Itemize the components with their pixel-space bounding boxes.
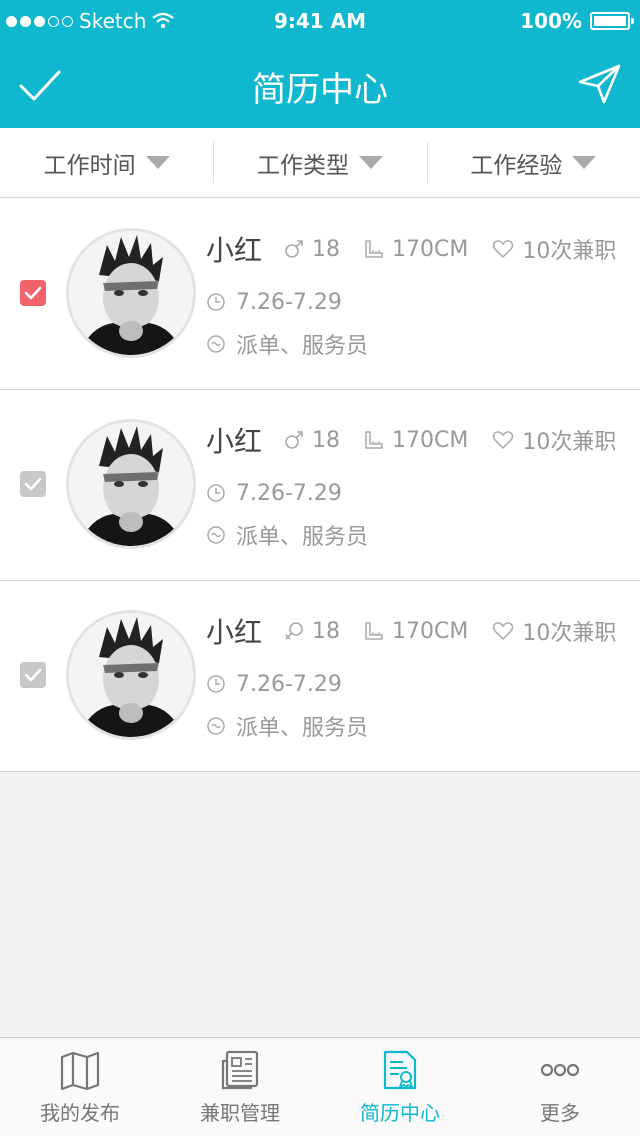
battery-status: 100% [520, 9, 634, 33]
jobs-count: 10次兼职 [522, 239, 617, 264]
more-icon [540, 1063, 580, 1076]
ruler-icon [365, 622, 383, 640]
height-value: 170CM [392, 427, 469, 453]
candidate-name: 小红 [206, 425, 263, 458]
age-value: 18 [312, 236, 341, 262]
tab-more[interactable]: 更多 [480, 1038, 640, 1136]
tab-label: 兼职管理 [200, 1100, 280, 1125]
resume-item[interactable]: 小红 18 170CM 10次兼职 7.26-7.29 派单、服务员 [0, 581, 640, 772]
send-icon[interactable] [578, 64, 622, 104]
resume-info: 小红 18 170CM 10次兼职 7.26-7.29 派单、服务员 [206, 229, 620, 365]
ruler-icon [365, 431, 383, 449]
job-positions: 派单、服务员 [236, 334, 369, 359]
filter-bar: 工作时间 工作类型 工作经验 [0, 128, 640, 198]
triangle-down-icon [358, 156, 383, 169]
avatar[interactable] [66, 228, 196, 358]
page-title: 简历中心 [252, 70, 388, 110]
tab-resume-center[interactable]: 简历中心 [320, 1038, 480, 1136]
select-checkbox[interactable] [20, 662, 46, 688]
clock-icon [207, 675, 225, 693]
battery-label: 100% [520, 9, 582, 33]
triangle-down-icon [145, 156, 170, 169]
age-value: 18 [312, 427, 341, 453]
clock-icon [207, 293, 225, 311]
work-period: 7.26-7.29 [236, 671, 342, 697]
select-checkbox[interactable] [20, 280, 46, 306]
status-bar: Sketch 9:41 AM 100% [0, 0, 640, 40]
filter-label: 工作时间 [43, 152, 136, 179]
age-value: 18 [312, 618, 341, 644]
work-period: 7.26-7.29 [236, 480, 342, 506]
male-icon [285, 431, 303, 449]
resume-info: 小红 18 170CM 10次兼职 7.26-7.29 派单、服务员 [206, 611, 620, 747]
header: Sketch 9:41 AM 100% 简历中心 [0, 0, 640, 128]
avatar[interactable] [66, 610, 196, 740]
height-value: 170CM [392, 618, 469, 644]
female-icon [285, 622, 303, 640]
tab-my-posts[interactable]: 我的发布 [0, 1038, 160, 1136]
resume-info: 小红 18 170CM 10次兼职 7.26-7.29 派单、服务员 [206, 420, 620, 556]
resume-icon [383, 1050, 417, 1089]
tab-part-time-manage[interactable]: 兼职管理 [160, 1038, 320, 1136]
filter-work-experience[interactable]: 工作经验 [426, 128, 640, 197]
work-period: 7.26-7.29 [236, 289, 342, 315]
map-icon [60, 1051, 100, 1090]
resume-item[interactable]: 小红 18 170CM 10次兼职 7.26-7.29 派单、服务员 [0, 390, 640, 581]
filter-work-time[interactable]: 工作时间 [0, 128, 213, 197]
avatar[interactable] [66, 419, 196, 549]
link-icon [207, 335, 225, 353]
checkmark-icon [24, 668, 42, 682]
male-icon [285, 240, 303, 258]
clock-icon [207, 484, 225, 502]
jobs-count: 10次兼职 [522, 430, 617, 455]
resume-item[interactable]: 小红 18 170CM 10次兼职 7.26-7.29 派单、服务员 [0, 199, 640, 390]
filter-work-type[interactable]: 工作类型 [213, 128, 426, 197]
tab-bar: 我的发布 兼职管理 简历中心 更多 [0, 1037, 640, 1136]
checkmark-icon [24, 477, 42, 491]
candidate-name: 小红 [206, 616, 263, 649]
link-icon [207, 717, 225, 735]
checkmark-icon [24, 286, 42, 300]
news-icon [221, 1050, 259, 1089]
heart-icon [493, 431, 514, 450]
jobs-count: 10次兼职 [522, 621, 617, 646]
tab-label: 我的发布 [40, 1100, 120, 1125]
tab-label: 更多 [540, 1100, 580, 1125]
heart-icon [493, 622, 514, 641]
link-icon [207, 526, 225, 544]
filter-label: 工作类型 [256, 152, 349, 179]
job-positions: 派单、服务员 [236, 525, 369, 550]
height-value: 170CM [392, 236, 469, 262]
tab-label: 简历中心 [360, 1100, 440, 1125]
candidate-name: 小红 [206, 234, 263, 267]
job-positions: 派单、服务员 [236, 716, 369, 741]
ruler-icon [365, 240, 383, 258]
filter-label: 工作经验 [470, 152, 563, 179]
nav-bar: 简历中心 [0, 44, 640, 128]
resume-list: 小红 18 170CM 10次兼职 7.26-7.29 派单、服务员 小红 18… [0, 199, 640, 772]
triangle-down-icon [572, 156, 597, 169]
battery-icon [590, 12, 634, 30]
select-checkbox[interactable] [20, 471, 46, 497]
heart-icon [493, 240, 514, 259]
